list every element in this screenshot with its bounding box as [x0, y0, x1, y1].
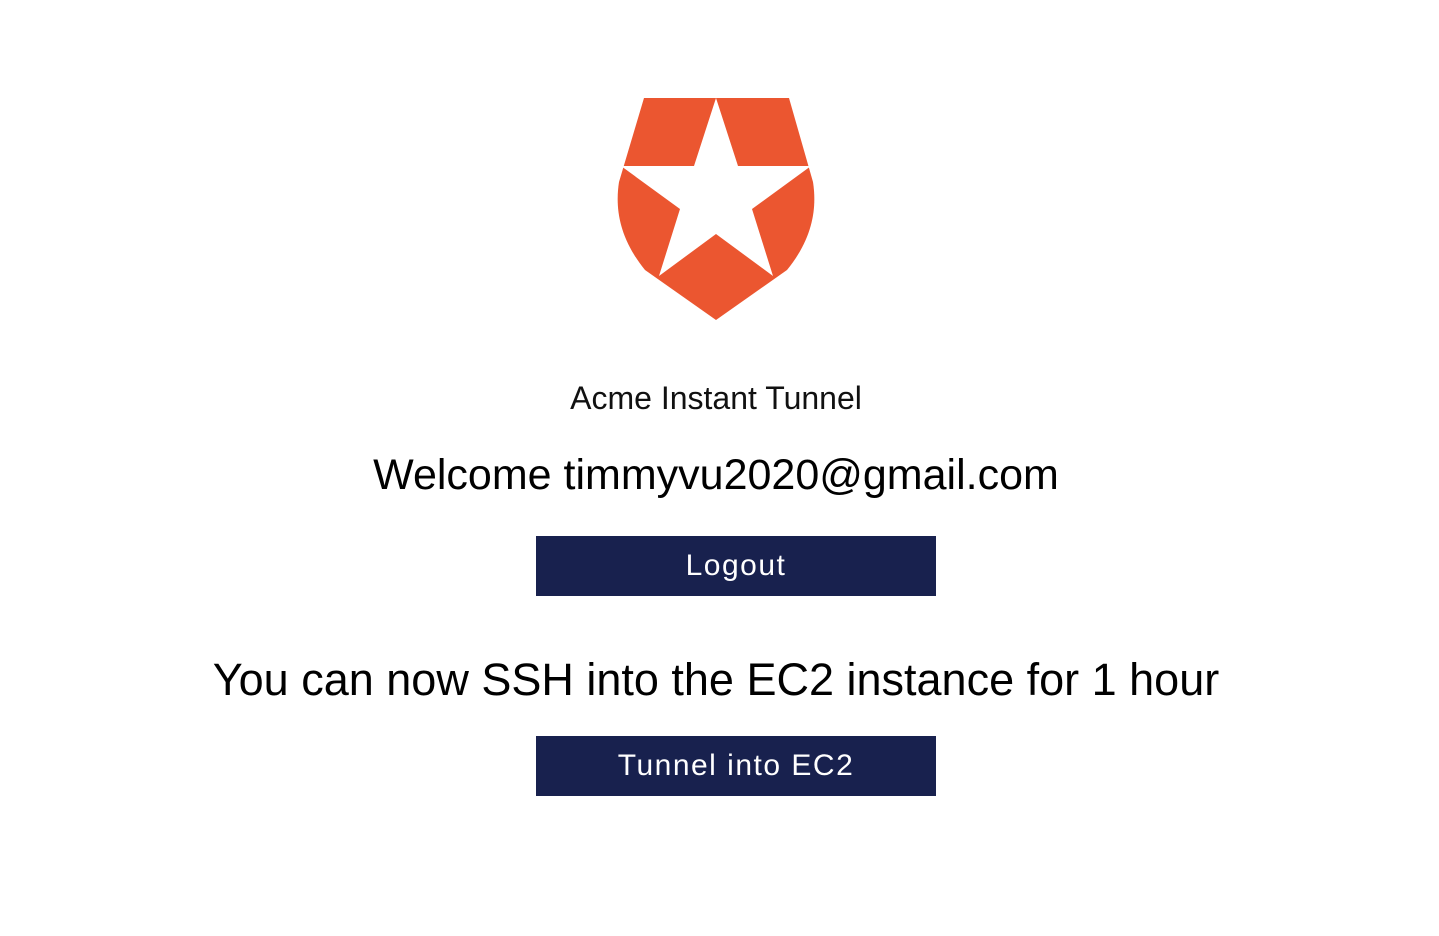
- welcome-message: Welcome timmyvu2020@gmail.com: [373, 451, 1059, 499]
- app-title: Acme Instant Tunnel: [570, 380, 862, 416]
- logout-button[interactable]: Logout: [536, 536, 936, 596]
- tunnel-into-ec2-button[interactable]: Tunnel into EC2: [536, 736, 936, 796]
- ssh-access-message: You can now SSH into the EC2 instance fo…: [212, 654, 1220, 705]
- auth0-shield-star-icon: [617, 98, 815, 320]
